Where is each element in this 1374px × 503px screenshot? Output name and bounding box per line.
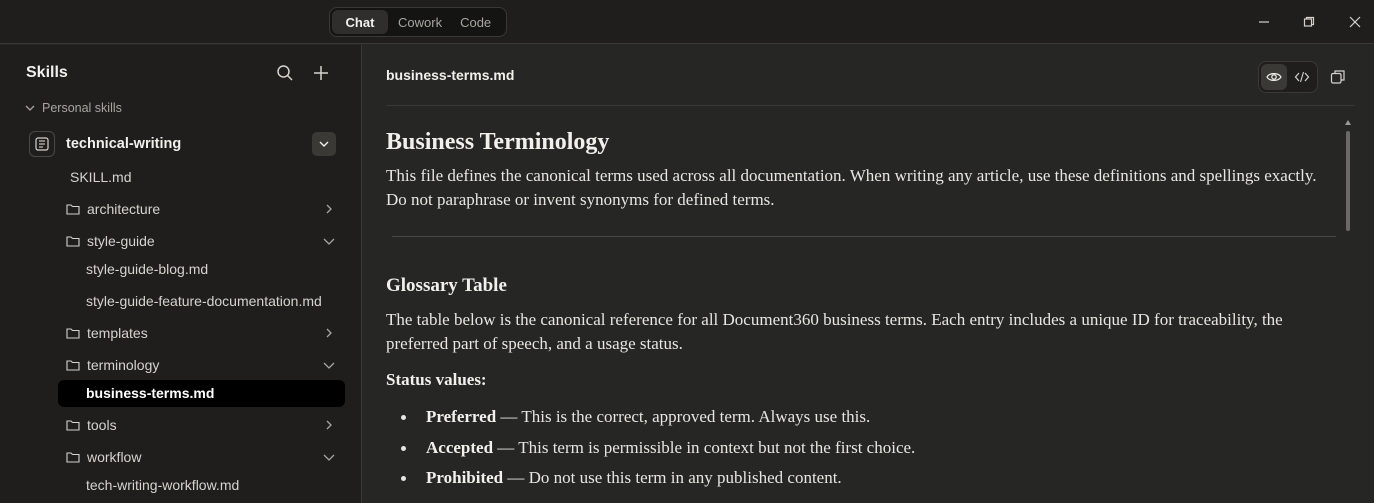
mode-switch: Chat Cowork Code	[329, 7, 507, 37]
list-item: Prohibited — Do not use this term in any…	[386, 466, 915, 497]
file-skill-md[interactable]: SKILL.md	[70, 165, 131, 189]
tab-chat[interactable]: Chat	[332, 10, 388, 34]
folder-icon	[66, 204, 80, 215]
view-mode-toggle	[1258, 61, 1318, 93]
chevron-down-icon[interactable]	[322, 234, 336, 248]
chevron-right-icon[interactable]	[322, 202, 336, 216]
plus-icon	[314, 66, 328, 80]
search-icon	[277, 65, 293, 81]
status-term: Prohibited	[426, 468, 504, 487]
tab-cowork[interactable]: Cowork	[390, 10, 450, 34]
doc-heading-2: Glossary Table	[386, 275, 507, 296]
chevron-down-icon	[25, 105, 35, 111]
section-label: Personal skills	[42, 101, 122, 115]
list-item: Preferred — This is the correct, approve…	[386, 405, 915, 436]
horizontal-rule	[392, 236, 1336, 237]
file-label: business-terms.md	[86, 385, 215, 401]
chevron-down-icon[interactable]	[322, 358, 336, 372]
folder-architecture[interactable]: architecture	[66, 197, 346, 221]
file-label: SKILL.md	[70, 169, 132, 185]
folder-icon	[66, 328, 80, 339]
file-label: style-guide-blog.md	[86, 261, 209, 277]
eye-icon	[1266, 73, 1282, 81]
scroll-thumb[interactable]	[1346, 131, 1350, 231]
markdown-preview: Business Terminology This file defines t…	[386, 105, 1336, 503]
file-title: business-terms.md	[386, 67, 515, 83]
folder-templates[interactable]: templates	[66, 321, 346, 345]
folder-label: terminology	[87, 357, 160, 373]
folder-label: architecture	[87, 201, 161, 217]
doc-intro-paragraph: This file defines the canonical terms us…	[386, 166, 1317, 209]
search-button[interactable]	[274, 62, 296, 84]
scroll-up-arrow[interactable]	[1345, 120, 1351, 125]
skill-name: technical-writing	[66, 136, 182, 152]
folder-label: templates	[87, 325, 148, 341]
skill-collapse-button[interactable]	[312, 132, 336, 156]
folder-label: style-guide	[87, 233, 155, 249]
copy-icon	[1330, 70, 1345, 84]
file-viewer: business-terms.md Business Terminology T…	[362, 45, 1374, 503]
add-skill-button[interactable]	[310, 62, 332, 84]
skill-icon	[29, 131, 55, 157]
tab-code[interactable]: Code	[452, 10, 499, 34]
file-business-terms[interactable]: business-terms.md	[86, 381, 214, 405]
folder-icon	[66, 420, 80, 431]
folder-icon	[66, 360, 80, 371]
list-item: Accepted — This term is permissible in c…	[386, 436, 915, 467]
copy-button[interactable]	[1328, 67, 1348, 87]
status-term: Preferred	[426, 407, 497, 426]
folder-icon	[66, 452, 80, 463]
doc-heading-1: Business Terminology	[386, 129, 610, 155]
close-icon	[1349, 16, 1361, 28]
folder-label: workflow	[87, 449, 142, 465]
restore-button[interactable]	[1299, 12, 1319, 32]
personal-skills-section[interactable]: Personal skills	[24, 101, 122, 115]
preview-view-button[interactable]	[1261, 64, 1287, 90]
restore-icon	[1303, 16, 1315, 27]
folder-workflow[interactable]: workflow	[66, 445, 346, 469]
code-view-button[interactable]	[1289, 64, 1315, 90]
code-icon	[1294, 71, 1310, 83]
status-description: — Do not use this term in any published …	[503, 468, 842, 487]
folder-terminology[interactable]: terminology	[66, 353, 346, 377]
chevron-down-icon[interactable]	[322, 450, 336, 464]
minimize-icon	[1259, 21, 1269, 23]
status-term: Accepted	[426, 437, 494, 457]
folder-label: tools	[87, 417, 117, 433]
chevron-right-icon[interactable]	[322, 326, 336, 340]
chevron-right-icon[interactable]	[322, 418, 336, 432]
file-label: tech-writing-workflow.md	[86, 477, 240, 493]
skill-technical-writing[interactable]: technical-writing	[26, 129, 346, 159]
chevron-down-icon	[319, 141, 329, 147]
status-description: — This is the correct, approved term. Al…	[496, 407, 871, 426]
file-label: style-guide-feature-documentation.md	[86, 293, 322, 309]
folder-style-guide[interactable]: style-guide	[66, 229, 346, 253]
status-description: — This term is permissible in context bu…	[493, 437, 916, 457]
minimize-button[interactable]	[1254, 12, 1274, 32]
status-list: Preferred — This is the correct, approve…	[386, 405, 915, 497]
skills-sidebar: Skills Personal skills technical-writing…	[0, 45, 362, 503]
sidebar-title: Skills	[26, 64, 68, 81]
file-style-guide-blog[interactable]: style-guide-blog.md	[86, 257, 208, 281]
title-bar: Chat Cowork Code	[0, 0, 1374, 44]
close-button[interactable]	[1345, 12, 1365, 32]
file-style-guide-feature-documentation[interactable]: style-guide-feature-documentation.md	[86, 289, 322, 313]
folder-tools[interactable]: tools	[66, 413, 346, 437]
status-values-heading: Status values:	[386, 370, 487, 389]
file-tech-writing-workflow[interactable]: tech-writing-workflow.md	[86, 473, 239, 497]
doc-table-intro-paragraph: The table below is the canonical referen…	[386, 310, 1283, 353]
document-icon	[35, 137, 49, 151]
folder-icon	[66, 236, 80, 247]
scrollbar[interactable]	[1343, 117, 1353, 503]
